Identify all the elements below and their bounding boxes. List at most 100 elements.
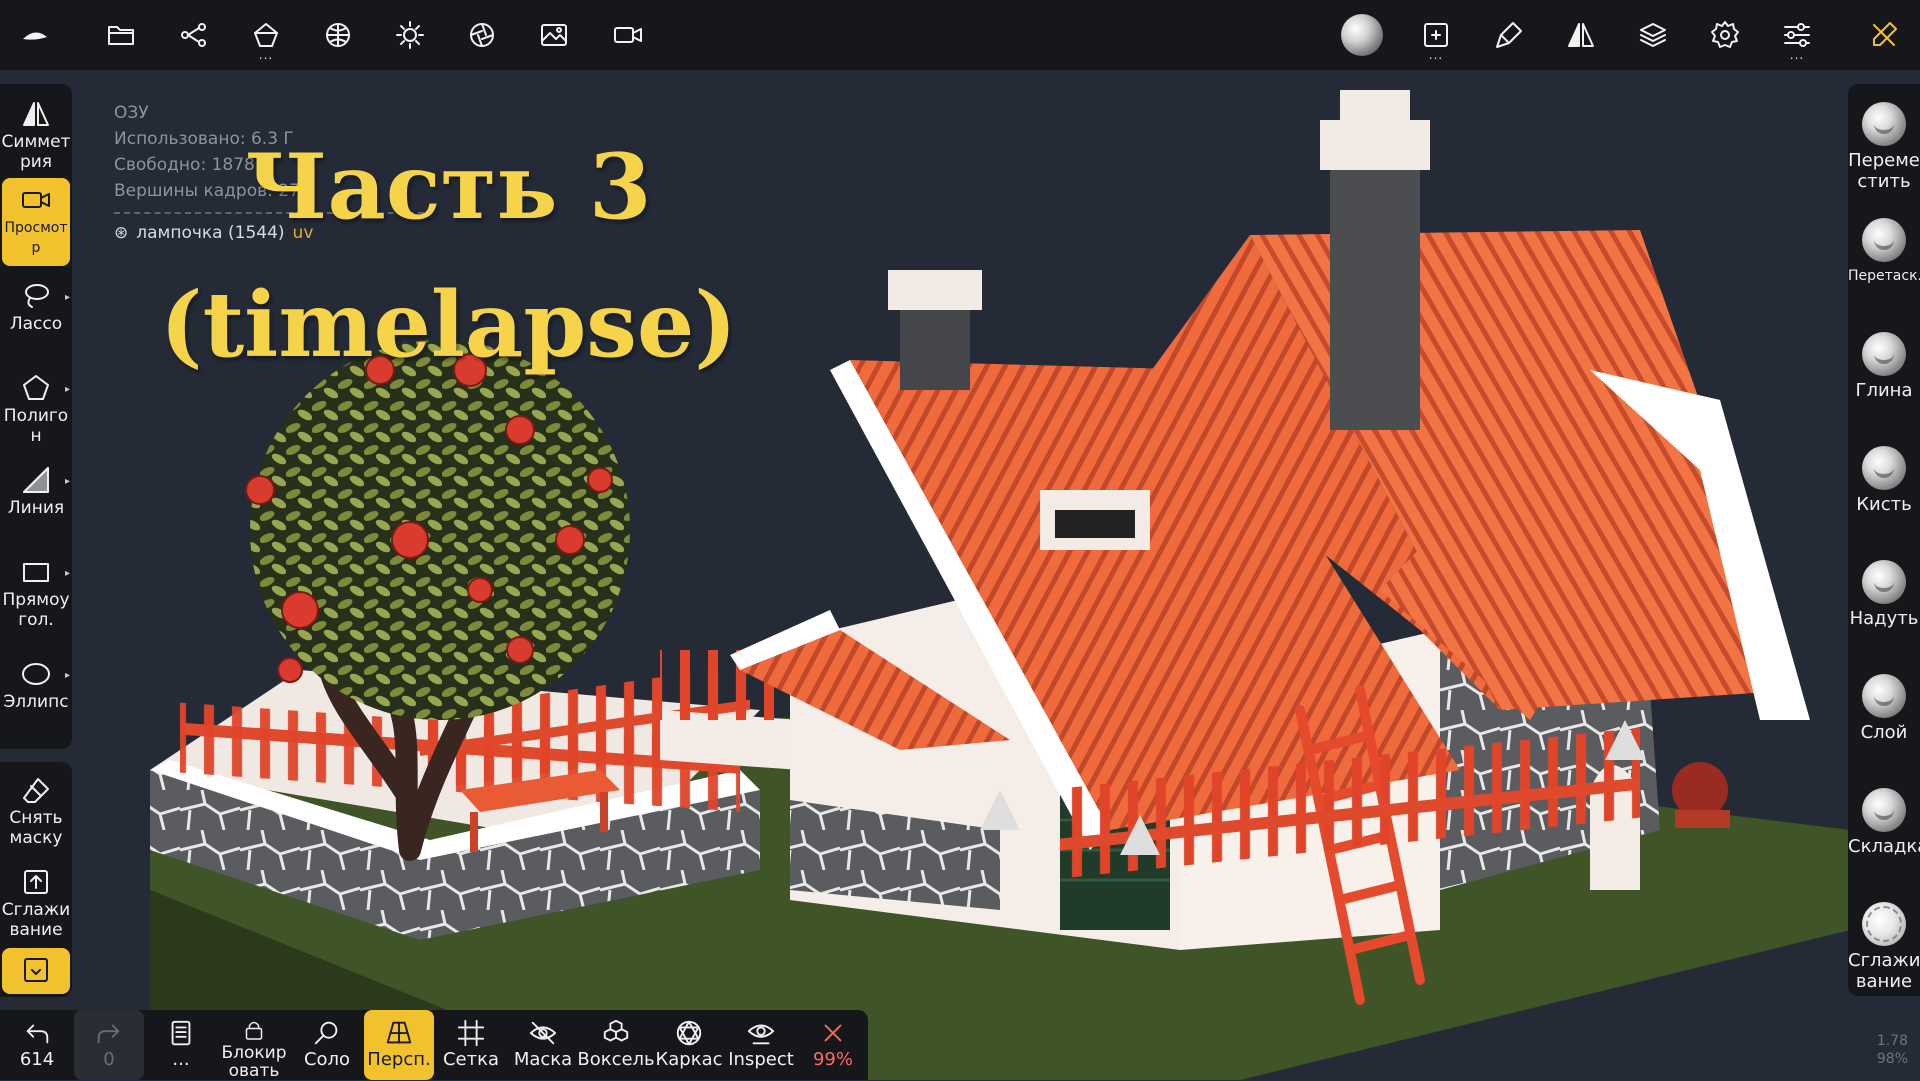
primitive-icon[interactable]: ... [245,14,287,62]
brush-panel: Переме стить Перетаск. Глина Кисть Надут… [1848,84,1920,996]
settings-icon[interactable] [1704,14,1746,56]
perspective-label: Персп. [367,1049,431,1070]
lasso-icon [25,284,49,308]
tool-polygon[interactable]: Полигон ▸ [0,366,72,452]
brush-drag-icon [1862,218,1906,262]
tool-view[interactable]: Просмотр [2,178,70,266]
perspective-button[interactable]: Персп. [364,1010,434,1080]
tool-ellipse[interactable]: Эллипс ▸ [0,652,72,738]
brush-brush[interactable]: Кисть [1848,438,1920,515]
brush-clay[interactable]: Глина [1848,324,1920,401]
nomad-logo-icon[interactable] [14,14,56,56]
scene-graph-icon[interactable] [173,14,215,56]
opacity-close-button[interactable]: 99% [798,1010,868,1080]
fps-value: 1.78 [1876,1033,1908,1049]
brush-layer[interactable]: Слой [1848,666,1920,743]
inspect-eye-icon [747,1024,775,1045]
material-ball-icon[interactable] [1341,14,1383,56]
tool-label: Симмет рия [1,132,71,172]
tool-label: Просмотр [4,220,68,256]
lock-button[interactable]: Блокир овать [218,1010,290,1080]
tool-label: Снять маску [9,808,63,848]
close-icon [824,1024,842,1042]
tool-extract[interactable] [2,948,70,994]
redo-icon [97,1024,120,1044]
video-title-overlay: Часть 3 (timelapse) [160,118,737,394]
material-icon[interactable] [317,14,359,56]
symmetry-icon[interactable] [1560,14,1602,56]
redo-button[interactable]: 0 [74,1010,144,1080]
perspective-icon [386,1021,412,1044]
eraser-icon [23,778,49,803]
voxel-label: Воксель [577,1049,655,1070]
layers-icon[interactable] [1632,14,1674,56]
corner-stats: 1.78 98% [1862,1032,1908,1068]
folder-icon[interactable] [100,14,142,56]
brush-label: Переме стить [1848,150,1920,192]
tool-label: Линия [7,498,65,518]
document-icon [171,1020,191,1046]
mask-button[interactable]: Маска [508,1010,578,1080]
line-icon [23,467,49,493]
brush-inflate[interactable]: Надуть [1848,552,1920,629]
tool-label: Эллипс [3,692,69,712]
wireframe-icon [676,1020,702,1046]
brush-clay-icon [1862,332,1906,376]
tool-symmetry[interactable]: Симмет рия [0,92,72,174]
brush-smooth-icon [1862,902,1906,946]
mask-hidden-icon [529,1021,557,1045]
lock-icon [245,1021,263,1040]
rectangle-icon [23,563,49,582]
bottom-toolbar: 614 0 ... Блокир овать Соло Персп. Сетка… [0,1010,868,1080]
brush-smooth[interactable]: Сглажи вание [1848,894,1920,992]
wireframe-button[interactable]: Каркас [654,1010,724,1080]
brush-inflate-icon [1862,560,1906,604]
voxel-button[interactable]: Воксель [577,1010,655,1080]
postprocess-icon[interactable] [461,14,503,56]
background-image-icon[interactable] [533,14,575,56]
submenu-arrow-icon: ▸ [64,292,70,303]
brush-label: Складка [1848,836,1920,857]
polygon-icon [23,375,49,400]
lock-label: Блокир овать [221,1043,287,1081]
brush-drag[interactable]: Перетаск. [1848,210,1920,287]
brush-move[interactable]: Переме стить [1848,94,1920,192]
tool-clear-mask[interactable]: Снять маску [0,768,72,854]
grid-icon [457,1019,485,1047]
history-more: ... [172,1049,190,1070]
extract-icon [24,958,48,982]
light-icon[interactable] [389,14,431,56]
tool-smooth-mask[interactable]: Сглажи вание [0,860,72,946]
left-mask-toolbar: Снять маску Сглажи вание [0,762,72,997]
opacity-value: 99% [812,1049,853,1070]
camera-icon [22,192,50,208]
inspect-button[interactable]: Inspect [726,1010,796,1080]
camera-icon[interactable] [607,14,649,56]
tool-line[interactable]: Линия ▸ [0,458,72,544]
search-icon [314,1021,338,1045]
history-button[interactable]: ... [146,1010,216,1080]
voxel-icon [603,1019,629,1042]
undo-button[interactable]: 614 [2,1010,72,1080]
tool-lasso[interactable]: Лассо ▸ [0,274,72,360]
tools-icon[interactable] [1863,14,1905,56]
brush-label: Сглажи вание [1848,950,1920,992]
submenu-arrow-icon: ▸ [64,384,70,395]
solo-button[interactable]: Соло [292,1010,362,1080]
texture-paint-icon[interactable]: ... [1415,14,1457,62]
tool-label: Сглажи вание [1,900,71,940]
grid-button[interactable]: Сетка [436,1010,506,1080]
left-toolbar: Симмет рия Просмотр Лассо ▸ Полигон ▸ Ли… [0,84,72,749]
paint-brush-icon[interactable] [1488,14,1530,56]
brush-crease[interactable]: Складка [1848,780,1920,857]
brush-brush-icon [1862,446,1906,490]
wireframe-label: Каркас [655,1049,723,1070]
sliders-icon[interactable]: ... [1776,14,1818,62]
brush-label: Слой [1860,722,1908,743]
brush-layer-icon [1862,674,1906,718]
smooth-icon [24,870,48,894]
tool-rectangle[interactable]: Прямоу гол. ▸ [0,550,72,644]
undo-count: 614 [19,1049,55,1070]
submenu-arrow-icon: ▸ [64,568,70,579]
tool-label: Полигон [3,406,69,446]
